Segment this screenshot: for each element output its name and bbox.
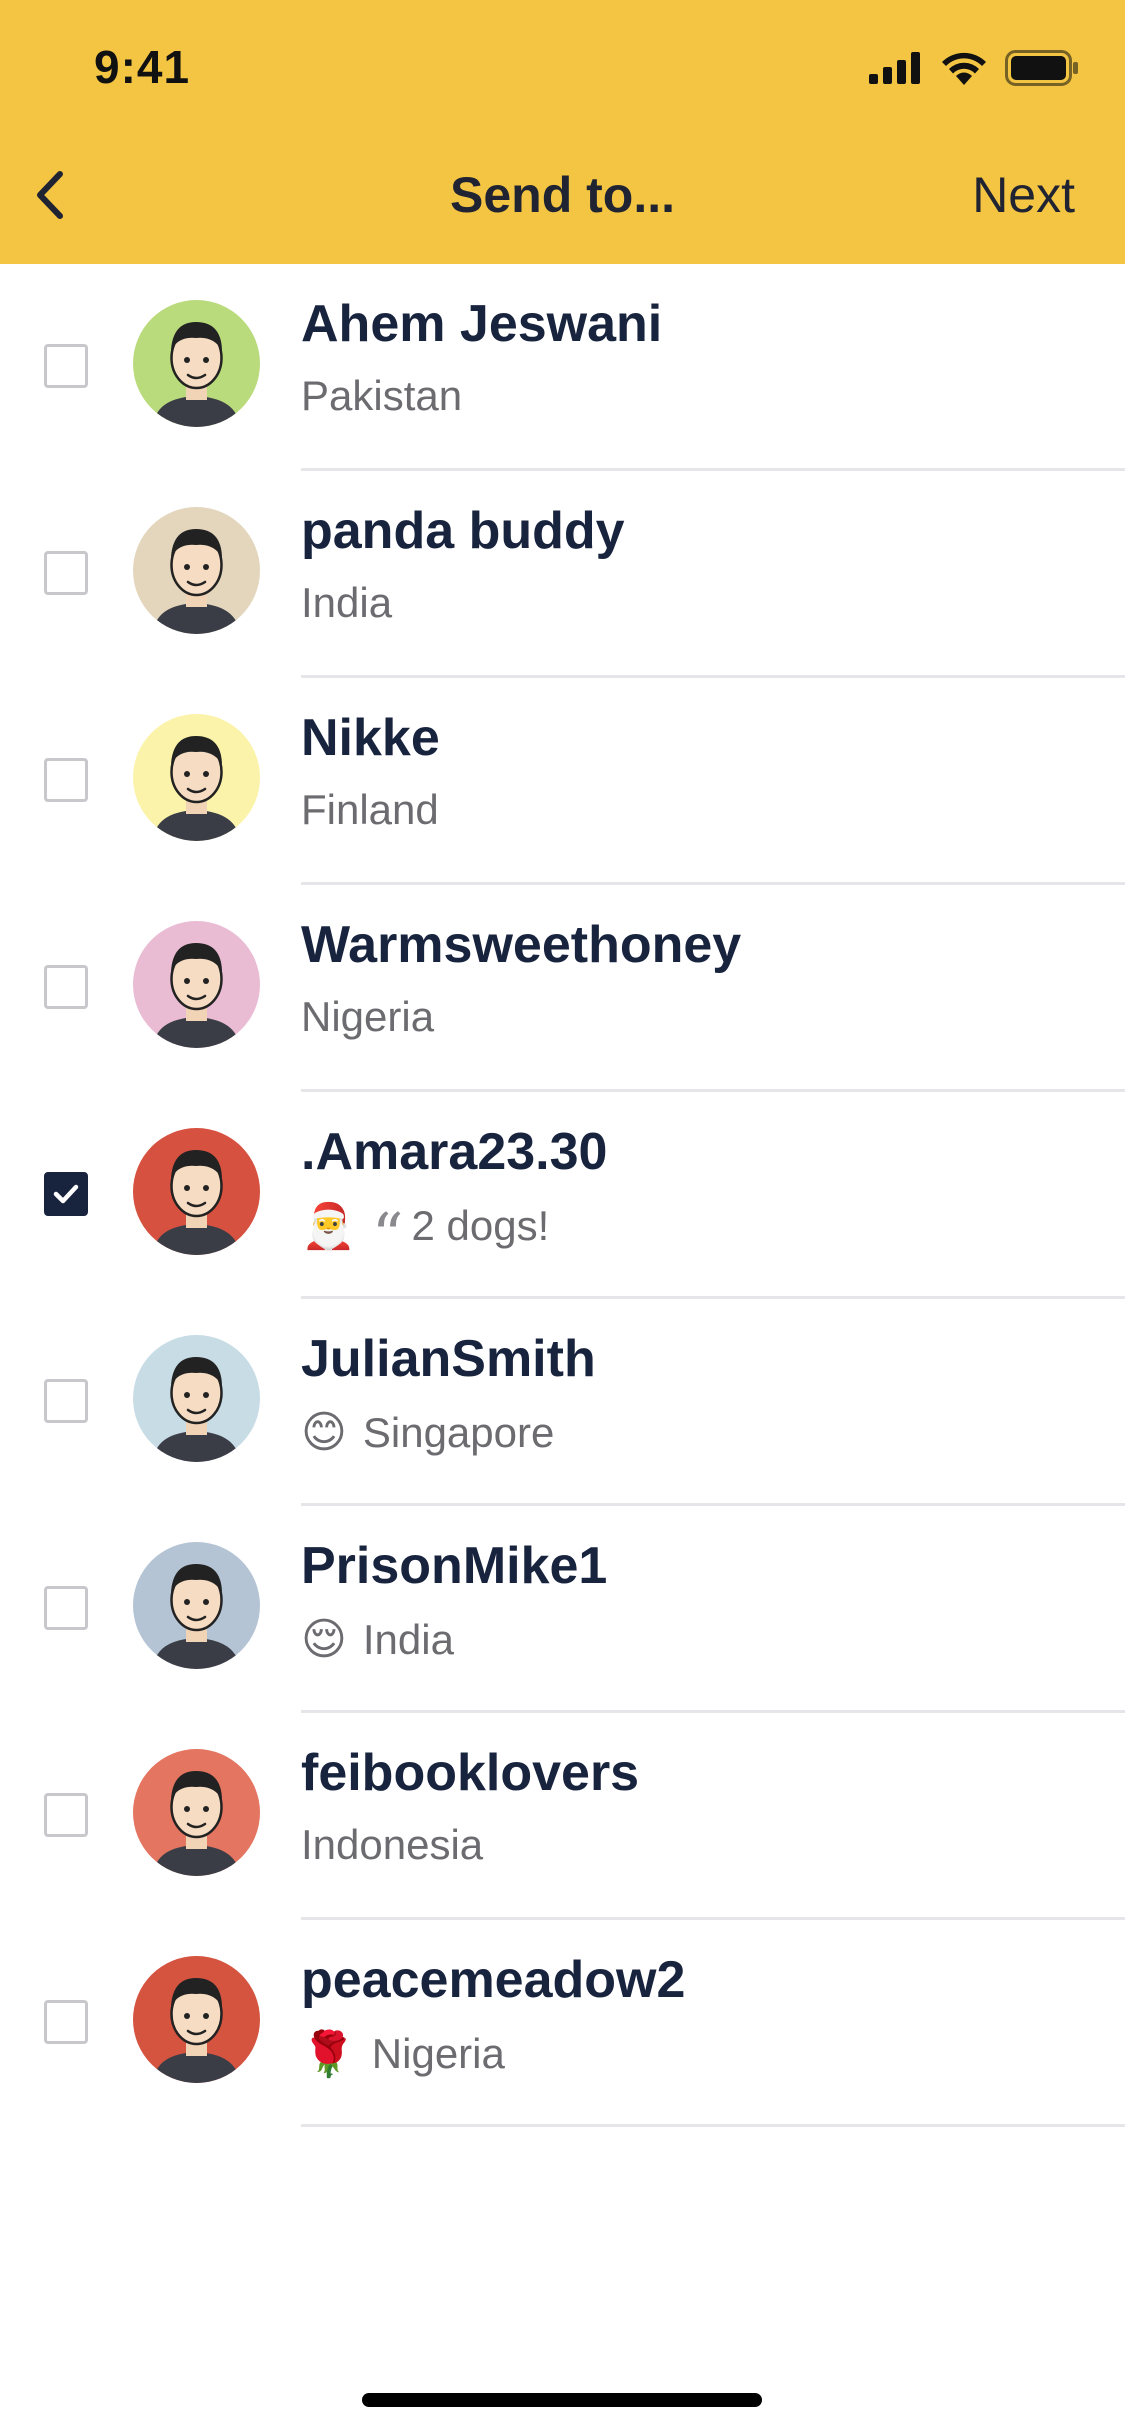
- contact-row[interactable]: JulianSmith 😊 Singapore: [0, 1299, 1125, 1506]
- avatar[interactable]: [133, 300, 260, 427]
- avatar-person-icon: [153, 1357, 240, 1462]
- contact-name: PrisonMike1: [301, 1537, 608, 1595]
- status-icons: [869, 48, 1079, 88]
- checkbox[interactable]: [44, 1586, 88, 1630]
- contact-subtitle-text: Indonesia: [301, 1821, 484, 1868]
- contact-subtitle: 🎅 “2 dogs!: [301, 1200, 550, 1267]
- contact-row[interactable]: .Amara23.30 🎅 “2 dogs!: [0, 1092, 1125, 1299]
- checkbox[interactable]: [44, 965, 88, 1009]
- home-indicator[interactable]: [362, 2393, 762, 2407]
- contact-list: Ahem Jeswani Pakistan panda buddy India Nikk…: [0, 264, 1125, 2127]
- avatar-person-icon: [153, 736, 240, 841]
- contact-subtitle-text: Nigeria: [371, 2030, 505, 2077]
- contact-subtitle: Pakistan: [301, 372, 462, 420]
- checkbox-checked[interactable]: [44, 1172, 88, 1216]
- contact-row[interactable]: peacemeadow2 🌹 Nigeria: [0, 1920, 1125, 2127]
- battery-icon: [1005, 50, 1078, 86]
- checkbox[interactable]: [44, 1379, 88, 1423]
- contact-subtitle: 😌 India: [301, 1614, 454, 1665]
- avatar[interactable]: [133, 507, 260, 634]
- avatar-person-icon: [153, 1771, 240, 1876]
- contact-subtitle-text: 2 dogs!: [411, 1202, 550, 1249]
- avatar[interactable]: [133, 1542, 260, 1669]
- avatar[interactable]: [133, 1956, 260, 2083]
- avatar-person-icon: [153, 1150, 240, 1255]
- contact-row[interactable]: Ahem Jeswani Pakistan: [0, 264, 1125, 471]
- quote-icon: “: [371, 1199, 404, 1272]
- contact-subtitle: 🌹 Nigeria: [301, 2028, 505, 2080]
- contact-name: .Amara23.30: [301, 1123, 608, 1181]
- row-divider: [301, 2124, 1125, 2127]
- checkmark-icon: [53, 1184, 79, 1204]
- contact-row[interactable]: feibooklovers Indonesia: [0, 1713, 1125, 1920]
- contact-name: feibooklovers: [301, 1744, 640, 1802]
- avatar-person-icon: [153, 322, 240, 427]
- contact-subtitle: India: [301, 579, 392, 627]
- avatar-person-icon: [153, 529, 240, 634]
- contact-name: JulianSmith: [301, 1330, 596, 1388]
- avatar-person-icon: [153, 943, 240, 1048]
- status-emoji: 😌: [301, 1615, 347, 1664]
- status-emoji: 🌹: [301, 2030, 356, 2079]
- contact-row[interactable]: Warmsweethoney Nigeria: [0, 885, 1125, 1092]
- contact-subtitle-text: India: [362, 1615, 454, 1663]
- status-emoji: 🎅: [301, 1202, 356, 1251]
- avatar[interactable]: [133, 921, 260, 1048]
- status-time: 9:41: [94, 41, 191, 93]
- wifi-icon: [942, 52, 986, 85]
- checkbox[interactable]: [44, 1793, 88, 1837]
- contact-subtitle-text: India: [301, 579, 393, 626]
- checkbox[interactable]: [44, 344, 88, 388]
- contact-subtitle-text: Nigeria: [301, 993, 435, 1040]
- contact-subtitle-text: Singapore: [362, 1408, 555, 1456]
- checkbox[interactable]: [44, 2000, 88, 2044]
- next-button[interactable]: Next: [972, 166, 1075, 224]
- checkbox[interactable]: [44, 551, 88, 595]
- checkbox[interactable]: [44, 758, 88, 802]
- avatar[interactable]: [133, 1335, 260, 1462]
- header-bar: 9:41 Send to... Next: [0, 0, 1125, 264]
- contact-row[interactable]: Nikke Finland: [0, 678, 1125, 885]
- contact-subtitle-text: Finland: [301, 786, 439, 833]
- avatar[interactable]: [133, 1749, 260, 1876]
- screen: 9:41 Send to... Next Ahem Jeswani Pakist…: [0, 0, 1125, 2436]
- contact-subtitle-text: Pakistan: [301, 372, 463, 419]
- page-title: Send to...: [450, 167, 675, 223]
- contact-subtitle: 😊 Singapore: [301, 1407, 554, 1458]
- contact-name: Warmsweethoney: [301, 916, 742, 974]
- avatar-person-icon: [153, 1978, 240, 2083]
- contact-row[interactable]: PrisonMike1 😌 India: [0, 1506, 1125, 1713]
- avatar-person-icon: [153, 1564, 240, 1669]
- avatar[interactable]: [133, 714, 260, 841]
- contact-subtitle: Finland: [301, 786, 439, 834]
- cellular-signal-icon: [869, 52, 920, 84]
- contact-name: Nikke: [301, 709, 440, 767]
- contact-name: panda buddy: [301, 502, 625, 560]
- contact-name: Ahem Jeswani: [301, 295, 663, 353]
- contact-subtitle: Indonesia: [301, 1821, 483, 1869]
- contact-row[interactable]: panda buddy India: [0, 471, 1125, 678]
- status-emoji: 😊: [301, 1408, 347, 1457]
- avatar[interactable]: [133, 1128, 260, 1255]
- contact-name: peacemeadow2: [301, 1951, 686, 2009]
- contact-subtitle: Nigeria: [301, 993, 434, 1041]
